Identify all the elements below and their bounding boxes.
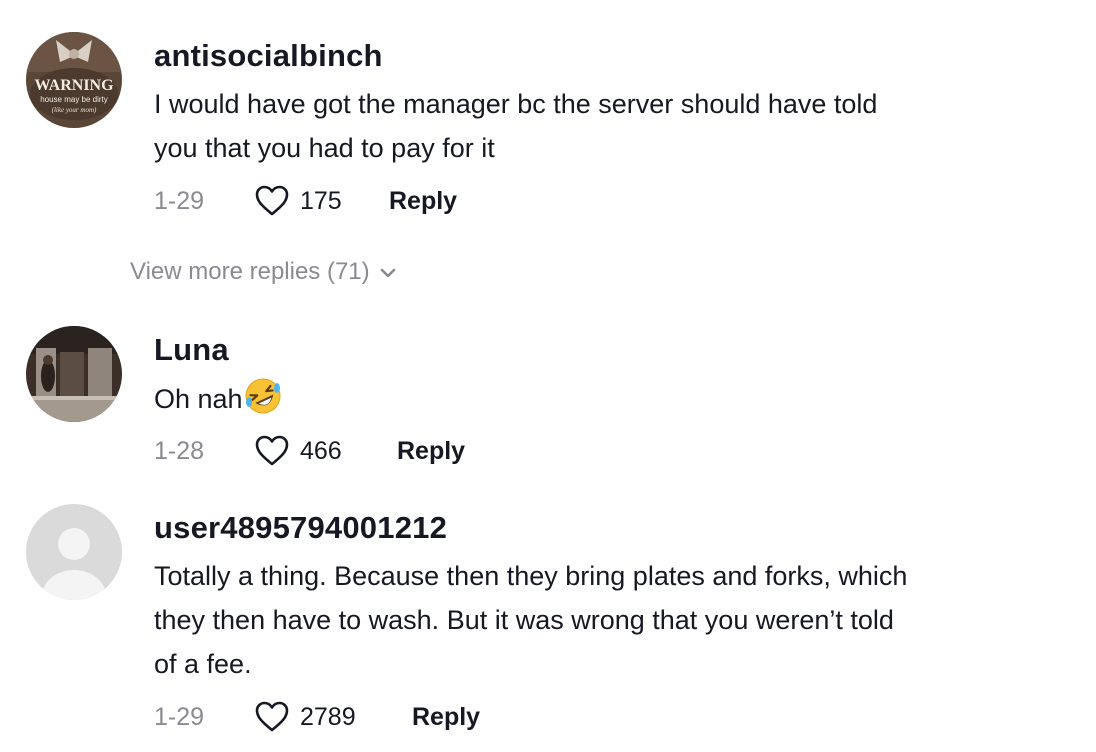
comment-username[interactable]: user4895794001212: [154, 510, 447, 546]
avatar-sign-line1: WARNING: [34, 77, 114, 94]
avatar-sign-line3: (like your mom): [52, 106, 97, 114]
avatar[interactable]: WARNING house may be dirty (like your mo…: [26, 32, 122, 128]
comment-date: 1-29: [154, 187, 205, 215]
comment-text-line: Totally a thing. Because then they bring…: [154, 561, 908, 591]
reply-button[interactable]: Reply: [389, 181, 457, 221]
comment-text-line: you that you had to pay for it: [154, 133, 495, 163]
comment-text-line: they then have to wash. But it was wrong…: [154, 605, 894, 635]
comment-username[interactable]: antisocialbinch: [154, 38, 383, 74]
view-more-replies[interactable]: View more replies (71): [130, 252, 398, 292]
comment-username[interactable]: Luna: [154, 332, 229, 368]
avatar[interactable]: [26, 504, 122, 600]
comment-meta: 1-28 466 Reply: [154, 431, 854, 471]
comment-text: Totally a thing. Because then they bring…: [154, 554, 1054, 686]
reply-button[interactable]: Reply: [412, 697, 480, 737]
like-count: 466: [300, 437, 342, 465]
avatar-sign-line2: house may be dirty: [40, 95, 108, 104]
comment-meta: 1-29 2789 Reply: [154, 697, 854, 737]
view-more-replies-label: View more replies (71): [130, 258, 370, 285]
rolling-on-floor-laughing-icon: [243, 376, 283, 416]
avatar[interactable]: [26, 326, 122, 422]
reply-button[interactable]: Reply: [397, 431, 465, 471]
comment-text-line: I would have got the manager bc the serv…: [154, 89, 878, 119]
comment-date: 1-28: [154, 437, 205, 465]
comment-text-content: Oh nah: [154, 384, 243, 414]
like-count: 2789: [300, 703, 356, 731]
comment-date: 1-29: [154, 703, 205, 731]
heart-icon[interactable]: [254, 183, 290, 219]
heart-icon[interactable]: [254, 699, 290, 735]
comment-text: I would have got the manager bc the serv…: [154, 82, 1054, 170]
chevron-down-icon: [380, 268, 395, 277]
heart-icon[interactable]: [254, 433, 290, 469]
like-count: 175: [300, 187, 342, 215]
comment-text: Oh nah: [154, 376, 1054, 421]
comment-meta: 1-29 175 Reply: [154, 181, 854, 221]
comment-text-line: of a fee.: [154, 649, 252, 679]
